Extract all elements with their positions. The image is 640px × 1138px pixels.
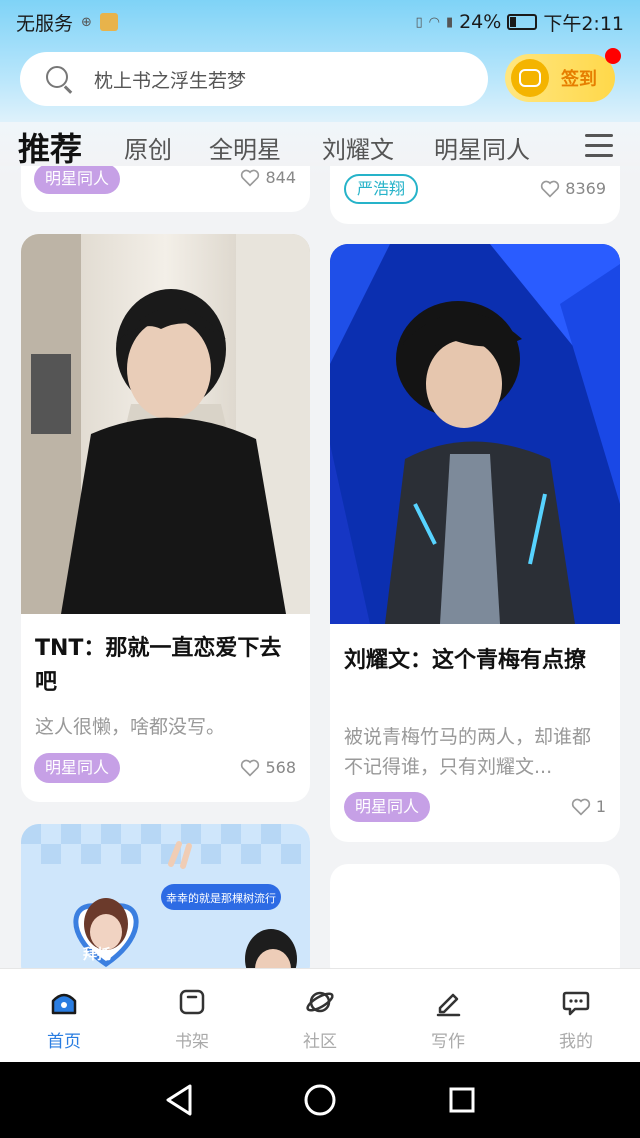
feed-card-bottom-left[interactable]: 幸幸的就是那棵树流行 拜托 xyxy=(21,824,310,984)
tab-original-label[interactable]: 原创 xyxy=(124,130,172,165)
feed-card-bottom-right[interactable] xyxy=(330,864,620,984)
card-title: TNT：那就一直恋爱下去吧 xyxy=(35,636,282,695)
search-input[interactable]: 枕上书之浮生若梦 xyxy=(20,52,488,106)
back-icon[interactable] xyxy=(166,1084,192,1116)
recents-icon[interactable] xyxy=(449,1087,475,1113)
home-button-icon[interactable] xyxy=(304,1084,336,1116)
like-count[interactable]: 8369 xyxy=(540,179,606,198)
system-navigation-bar xyxy=(0,1062,640,1138)
cover-image: 幸幸的就是那棵树流行 拜托 xyxy=(21,824,310,984)
checkin-button[interactable]: 签到 xyxy=(505,48,621,102)
heart-icon xyxy=(541,180,560,198)
battery-percent: 24% xyxy=(459,11,502,33)
heart-icon xyxy=(241,759,260,777)
notification-dot xyxy=(605,48,621,64)
card-tag: 明星同人 xyxy=(344,792,431,822)
clock: 下午2:11 xyxy=(543,12,624,35)
status-left: 无服务 ⊕ xyxy=(16,9,118,36)
nav-label: 书架 xyxy=(175,1032,209,1052)
nav-write[interactable]: 写作 xyxy=(384,969,512,1062)
cover-image xyxy=(21,234,310,614)
feed-card-liu-yaowen[interactable]: 刘耀文：这个青梅有点撩 被说青梅竹马的两人，却谁都不记得谁，只有刘耀文... 明… xyxy=(330,244,620,842)
home-icon xyxy=(51,993,77,1015)
nav-community[interactable]: 社区 xyxy=(256,969,384,1062)
tab-all-stars-label[interactable]: 全明星 xyxy=(209,130,281,165)
menu-icon-overlay[interactable] xyxy=(585,134,613,158)
cover-image xyxy=(330,244,620,624)
card-tag: 严浩翔 xyxy=(344,174,419,204)
vibrate-icon: ▯ xyxy=(415,14,423,30)
banner-text: 拜托 xyxy=(83,946,111,963)
network-icon: ⊕ xyxy=(81,14,92,30)
card-tag: 明星同人 xyxy=(34,753,121,783)
wifi-icon: ◠ xyxy=(428,14,440,30)
card-title: 刘耀文：这个青梅有点撩 xyxy=(344,648,587,673)
banner-caption: 幸幸的就是那棵树流行 xyxy=(166,891,276,905)
planet-icon xyxy=(306,991,334,1013)
status-right: ▯ ◠ ▮ 24% 下午2:11 xyxy=(415,9,624,36)
checkin-label: 签到 xyxy=(561,69,597,90)
nav-bookshelf[interactable]: 书架 xyxy=(128,969,256,1062)
like-count-value: 568 xyxy=(265,758,296,777)
nav-home[interactable]: 首页 xyxy=(0,969,128,1062)
heart-icon xyxy=(571,798,590,816)
search-placeholder: 枕上书之浮生若梦 xyxy=(94,69,247,92)
nav-profile[interactable]: 我的 xyxy=(512,969,640,1062)
bottom-navigation: 首页 书架 社区 写作 我的 xyxy=(0,968,640,1062)
card-description: 这人很懒，啥都没写。 xyxy=(35,716,226,738)
carrier-text: 无服务 xyxy=(16,12,74,35)
search-icon xyxy=(46,66,73,94)
tab-liu-yaowen-label[interactable]: 刘耀文 xyxy=(322,130,394,165)
tab-recommend-label[interactable]: 推荐 xyxy=(18,124,82,170)
like-count[interactable]: 568 xyxy=(240,758,296,777)
like-count[interactable]: 1 xyxy=(571,797,606,816)
card-description: 被说青梅竹马的两人，却谁都不记得谁，只有刘耀文... xyxy=(344,726,592,778)
chat-bubble-icon xyxy=(562,991,590,1016)
pen-icon xyxy=(436,993,461,1017)
status-bar: 无服务 ⊕ ▯ ◠ ▮ 24% 下午2:11 xyxy=(0,0,640,44)
bookshelf-icon xyxy=(179,989,205,1015)
feed-card-tnt[interactable]: TNT：那就一直恋爱下去吧 这人很懒，啥都没写。 明星同人 568 xyxy=(21,234,310,802)
battery-alert-icon: ▮ xyxy=(445,14,454,30)
category-tabs-overlay: 推荐 原创 全明星 刘耀文 明星同人 xyxy=(0,122,640,172)
like-count-value: 1 xyxy=(595,797,606,816)
battery-icon xyxy=(507,14,538,30)
nav-label: 首页 xyxy=(47,1032,81,1052)
like-count-value: 8369 xyxy=(565,179,606,198)
nav-label: 社区 xyxy=(303,1032,337,1052)
nav-label: 我的 xyxy=(559,1032,593,1052)
sim-icon xyxy=(99,13,118,31)
checkin-icon xyxy=(511,59,549,97)
tab-star-fanfic-label[interactable]: 明星同人 xyxy=(434,130,530,165)
nav-label: 写作 xyxy=(431,1032,465,1052)
